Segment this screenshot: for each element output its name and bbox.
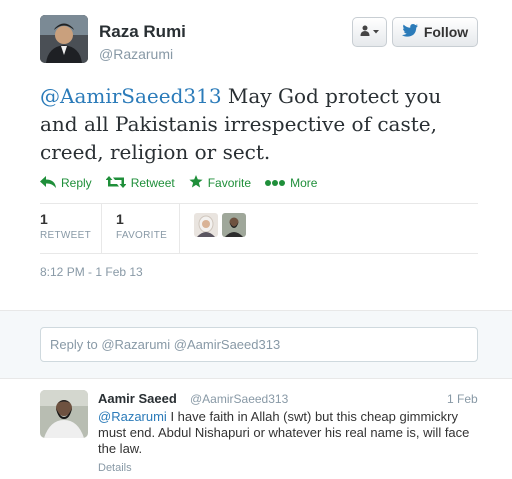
- reply-date[interactable]: 1 Feb: [447, 392, 478, 406]
- favorite-stat[interactable]: 1 FAVORITE: [102, 203, 180, 253]
- retweet-count: 1: [40, 211, 48, 227]
- favorite-label: Favorite: [207, 176, 252, 190]
- reply-input[interactable]: Reply to @Razarumi @AamirSaeed313: [40, 327, 478, 362]
- star-icon: [189, 175, 203, 191]
- retweet-stat-label: RETWEET: [40, 230, 91, 241]
- more-action[interactable]: More: [265, 175, 317, 191]
- tweet-timestamp[interactable]: 8:12 PM - 1 Feb 13: [40, 265, 143, 279]
- retweet-action[interactable]: Retweet: [105, 175, 175, 191]
- reply-action[interactable]: Reply: [40, 175, 92, 191]
- reply-label: Reply: [61, 176, 92, 190]
- follow-label: Follow: [423, 24, 469, 40]
- more-icon: [265, 176, 286, 190]
- tweet-actions: Reply Retweet Favorite More: [40, 175, 317, 191]
- reply-input-prefix: Reply to: [50, 337, 98, 352]
- reply-input-mentions: @Razarumi @AamirSaeed313: [101, 337, 281, 352]
- reply-icon: [40, 175, 56, 191]
- retweet-icon: [105, 175, 127, 191]
- reply-author-handle[interactable]: @AamirSaeed313: [190, 392, 288, 406]
- reply-details-link[interactable]: Details: [98, 462, 132, 474]
- engager-avatar[interactable]: [194, 213, 218, 237]
- author-avatar[interactable]: [40, 15, 88, 63]
- engager-avatars: [180, 203, 246, 253]
- reply-author-name[interactable]: Aamir Saeed: [98, 391, 177, 406]
- reply-author-avatar[interactable]: [40, 390, 88, 438]
- favorite-count: 1: [116, 211, 124, 227]
- retweet-stat[interactable]: 1 RETWEET: [40, 203, 102, 253]
- author-handle[interactable]: @Razarumi: [99, 46, 173, 62]
- retweet-label: Retweet: [130, 176, 175, 190]
- more-label: More: [290, 176, 318, 190]
- favorite-action[interactable]: Favorite: [189, 175, 251, 191]
- engager-avatar[interactable]: [222, 213, 246, 237]
- follow-button[interactable]: Follow: [392, 17, 478, 47]
- reply-text: @Razarumi I have faith in Allah (swt) bu…: [98, 409, 478, 457]
- tweet-stats: 1 RETWEET 1 FAVORITE: [40, 203, 478, 253]
- user-dropdown-icon: [360, 24, 380, 40]
- tweet-text: @AamirSaeed313 May God protect you and a…: [40, 82, 480, 166]
- user-actions-button[interactable]: [352, 17, 387, 47]
- favorite-stat-label: FAVORITE: [116, 230, 168, 241]
- reply-mention[interactable]: @Razarumi: [98, 409, 167, 424]
- bird-icon: [401, 24, 418, 40]
- author-name[interactable]: Raza Rumi: [99, 22, 186, 42]
- divider: [40, 253, 478, 254]
- tweet-mention[interactable]: @AamirSaeed313: [40, 84, 222, 108]
